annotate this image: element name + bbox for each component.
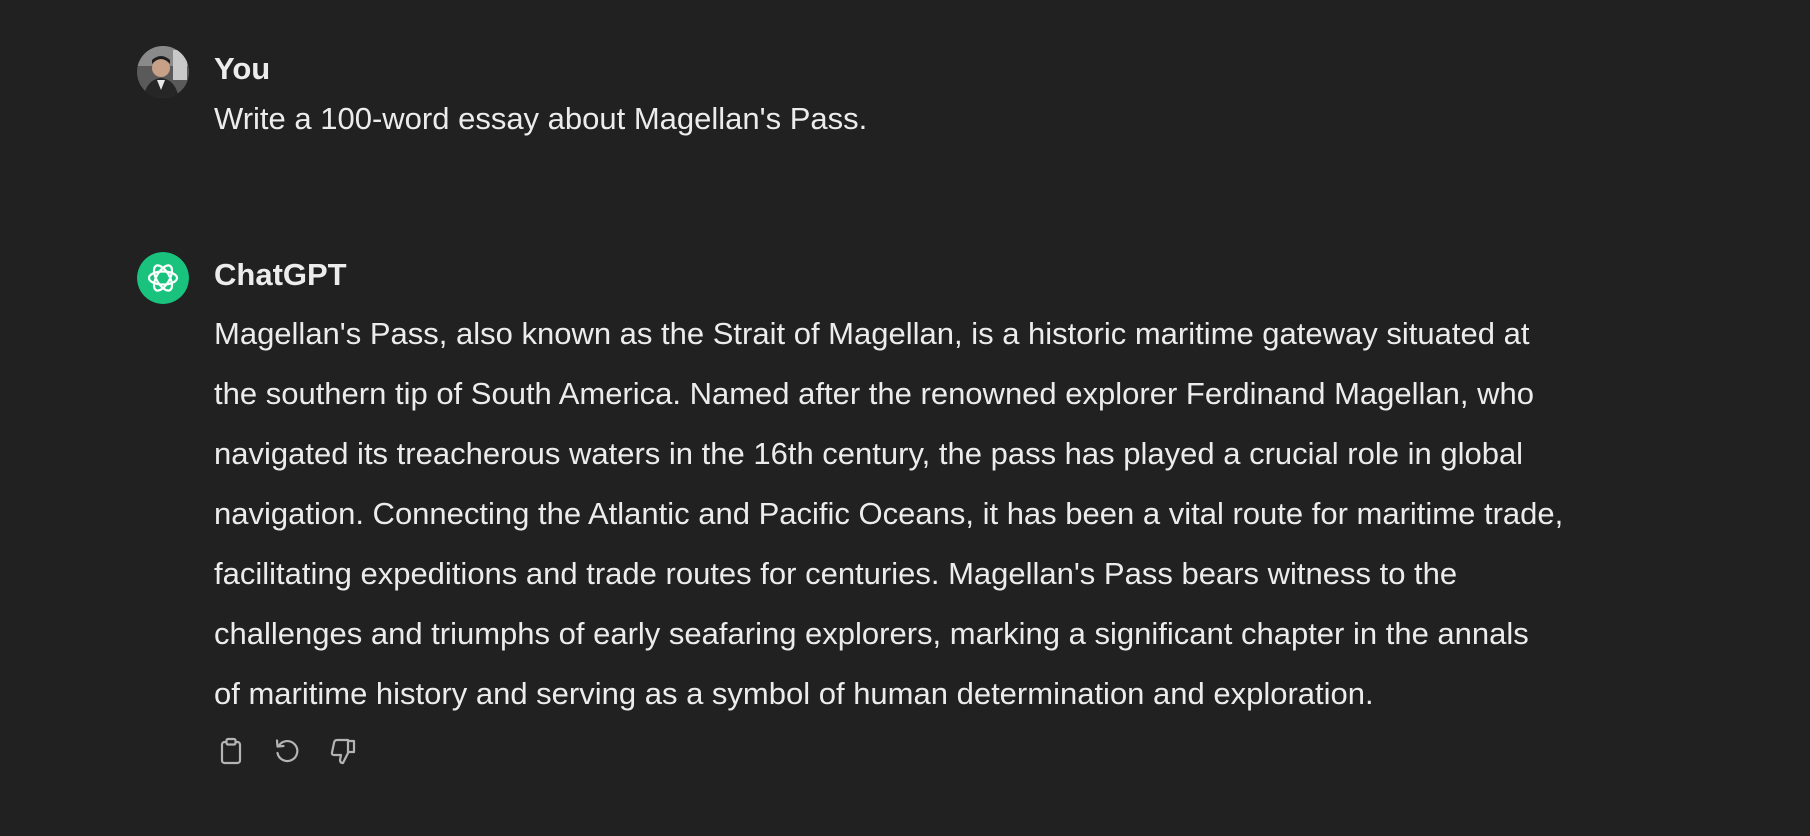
user-avatar bbox=[137, 46, 189, 98]
assistant-message-line: Magellan's Pass, also known as the Strai… bbox=[214, 316, 1530, 351]
assistant-message-line: facilitating expeditions and trade route… bbox=[214, 556, 1458, 591]
thumbs-down-icon bbox=[330, 738, 356, 765]
copy-button[interactable] bbox=[214, 734, 248, 768]
assistant-message-line: of maritime history and serving as a sym… bbox=[214, 676, 1374, 711]
regenerate-icon bbox=[275, 739, 299, 763]
assistant-author-name: ChatGPT bbox=[214, 257, 347, 292]
assistant-message-line: the southern tip of South America. Named… bbox=[214, 376, 1534, 411]
assistant-message-line: navigation. Connecting the Atlantic and … bbox=[214, 496, 1564, 531]
user-author-name: You bbox=[214, 51, 271, 86]
assistant-message-line: navigated its treacherous waters in the … bbox=[214, 436, 1524, 471]
message-actions bbox=[214, 734, 360, 768]
chatgpt-logo-icon bbox=[137, 252, 189, 304]
user-message-text: Write a 100-word essay about Magellan's … bbox=[214, 101, 868, 136]
regenerate-button[interactable] bbox=[270, 734, 304, 768]
assistant-message-line: challenges and triumphs of early seafari… bbox=[214, 616, 1529, 651]
clipboard-icon bbox=[220, 737, 242, 765]
assistant-message-text: Magellan's Pass, also known as the Strai… bbox=[214, 304, 1714, 724]
thumbs-down-button[interactable] bbox=[326, 734, 360, 768]
